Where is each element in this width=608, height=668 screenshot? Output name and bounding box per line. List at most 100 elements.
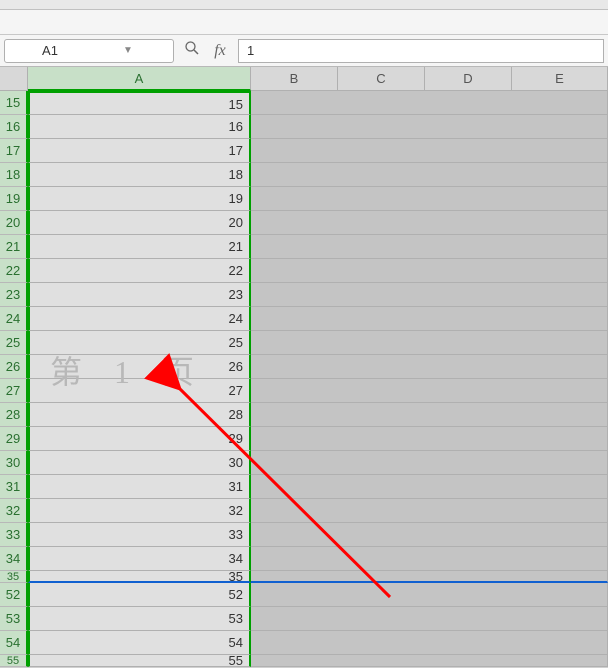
row-header[interactable]: 15 [0,91,28,115]
cell-A[interactable]: 20 [28,211,251,235]
table-row: 2323 [0,283,608,307]
cell-empty[interactable] [251,583,608,607]
cell-A[interactable]: 22 [28,259,251,283]
fx-icon[interactable]: fx [210,42,230,60]
cell-A[interactable]: 21 [28,235,251,259]
cell-empty[interactable] [251,451,608,475]
row-header[interactable]: 27 [0,379,28,403]
row-header[interactable]: 26 [0,355,28,379]
table-row: 2525 [0,331,608,355]
row-header[interactable]: 53 [0,607,28,631]
cell-A[interactable]: 33 [28,523,251,547]
cell-empty[interactable] [251,331,608,355]
cell-empty[interactable] [251,403,608,427]
cell-A[interactable]: 34 [28,547,251,571]
row-header[interactable]: 17 [0,139,28,163]
cell-A[interactable]: 15 [28,91,251,115]
cell-empty[interactable] [251,187,608,211]
row-header[interactable]: 33 [0,523,28,547]
cell-empty[interactable] [251,655,608,667]
cell-A[interactable]: 53 [28,607,251,631]
cell-empty[interactable] [251,211,608,235]
col-header-B[interactable]: B [251,67,338,91]
cell-A[interactable]: 31 [28,475,251,499]
cell-empty[interactable] [251,547,608,571]
cell-empty[interactable] [251,115,608,139]
column-headers: A B C D E [0,67,608,91]
cell-A[interactable]: 26 [28,355,251,379]
cell-A[interactable]: 30 [28,451,251,475]
table-row: 5252 [0,583,608,607]
cell-empty[interactable] [251,499,608,523]
row-header[interactable]: 32 [0,499,28,523]
magnifier-icon[interactable] [182,40,202,61]
cell-empty[interactable] [251,163,608,187]
cell-A[interactable]: 18 [28,163,251,187]
cell-empty[interactable] [251,571,608,583]
row-header[interactable]: 20 [0,211,28,235]
cell-empty[interactable] [251,607,608,631]
row-header[interactable]: 21 [0,235,28,259]
cell-A[interactable]: 23 [28,283,251,307]
col-header-D[interactable]: D [425,67,512,91]
cell-A[interactable]: 25 [28,331,251,355]
cell-A[interactable]: 17 [28,139,251,163]
cell-empty[interactable] [251,91,608,115]
rows-container: 第 1 页 1515161617171818191920202121222223… [0,91,608,667]
spreadsheet-area[interactable]: A B C D E 第 1 页 151516161717181819192020… [0,67,608,663]
dropdown-icon[interactable]: ▼ [89,45,167,56]
cell-A[interactable]: 28 [28,403,251,427]
row-header[interactable]: 34 [0,547,28,571]
table-row: 2626 [0,355,608,379]
cell-A[interactable]: 54 [28,631,251,655]
row-header[interactable]: 31 [0,475,28,499]
row-header[interactable]: 23 [0,283,28,307]
table-row: 2828 [0,403,608,427]
row-header[interactable]: 19 [0,187,28,211]
cell-empty[interactable] [251,355,608,379]
cell-empty[interactable] [251,475,608,499]
row-header[interactable]: 54 [0,631,28,655]
name-box-value: A1 [11,43,89,58]
row-header[interactable]: 52 [0,583,28,607]
table-row: 2929 [0,427,608,451]
cell-A[interactable]: 29 [28,427,251,451]
cell-A[interactable]: 16 [28,115,251,139]
row-header[interactable]: 30 [0,451,28,475]
cell-empty[interactable] [251,307,608,331]
cell-A[interactable]: 19 [28,187,251,211]
cell-A[interactable]: 52 [28,583,251,607]
cell-empty[interactable] [251,235,608,259]
table-row: 1616 [0,115,608,139]
col-header-A[interactable]: A [28,67,251,91]
row-header[interactable]: 35 [0,571,28,583]
cell-empty[interactable] [251,259,608,283]
cell-empty[interactable] [251,283,608,307]
row-header[interactable]: 55 [0,655,28,667]
cell-A[interactable]: 27 [28,379,251,403]
cell-A[interactable]: 24 [28,307,251,331]
formula-input[interactable] [238,39,604,63]
cell-empty[interactable] [251,139,608,163]
cell-empty[interactable] [251,427,608,451]
cell-A[interactable]: 55 [28,655,251,667]
col-header-E[interactable]: E [512,67,608,91]
row-header[interactable]: 25 [0,331,28,355]
cell-empty[interactable] [251,523,608,547]
cell-empty[interactable] [251,379,608,403]
row-header[interactable]: 29 [0,427,28,451]
cell-empty[interactable] [251,631,608,655]
row-header[interactable]: 22 [0,259,28,283]
name-box[interactable]: A1 ▼ [4,39,174,63]
ribbon-area [0,10,608,35]
row-header[interactable]: 18 [0,163,28,187]
cell-A[interactable]: 35 [28,571,251,583]
table-row: 3131 [0,475,608,499]
table-row: 5353 [0,607,608,631]
cell-A[interactable]: 32 [28,499,251,523]
select-all-corner[interactable] [0,67,28,91]
row-header[interactable]: 28 [0,403,28,427]
col-header-C[interactable]: C [338,67,425,91]
row-header[interactable]: 24 [0,307,28,331]
row-header[interactable]: 16 [0,115,28,139]
